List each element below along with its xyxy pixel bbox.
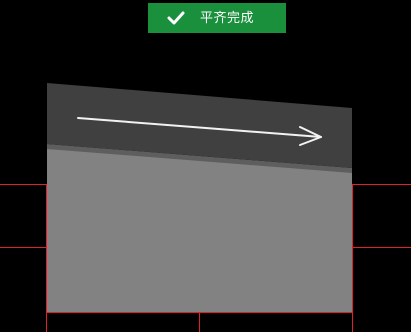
- check-icon: [166, 8, 186, 28]
- alignment-complete-toast: 平齐完成: [148, 3, 286, 33]
- viewport-canvas[interactable]: [0, 0, 411, 332]
- panel-front-face[interactable]: [47, 148, 352, 312]
- toast-message: 平齐完成: [200, 10, 255, 26]
